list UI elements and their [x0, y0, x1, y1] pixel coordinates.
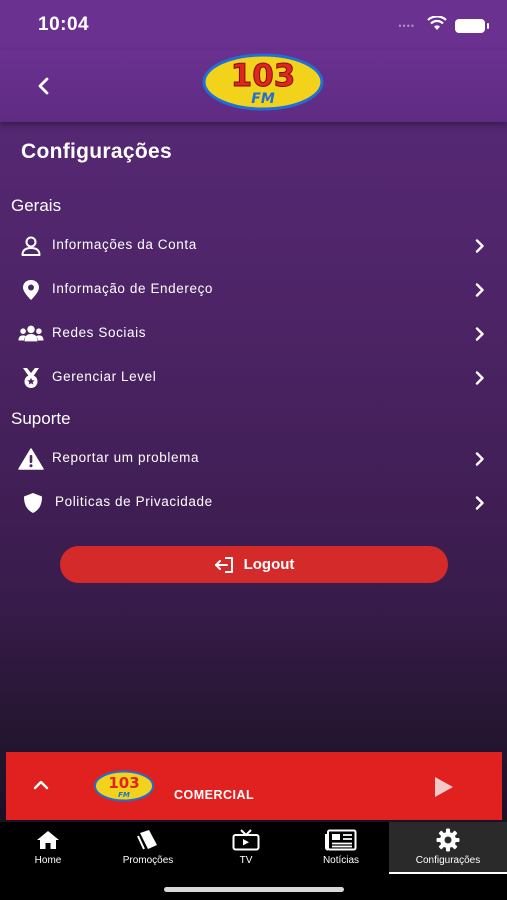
- warning-icon: [18, 447, 44, 471]
- section-title-suporte: Suporte: [11, 409, 71, 428]
- chevron-right-icon: [470, 493, 490, 513]
- player-bar[interactable]: 103 FM COMERCIAL: [6, 752, 502, 820]
- logout-button[interactable]: Logout: [60, 546, 448, 583]
- status-time: 10:04: [38, 14, 90, 35]
- newspaper-icon: [325, 828, 357, 852]
- player-station-name: COMERCIAL: [174, 788, 255, 802]
- tag-icon: [135, 828, 161, 852]
- home-indicator: [164, 887, 344, 892]
- tab-label: Promoções: [122, 855, 174, 866]
- svg-text:FM: FM: [251, 91, 275, 107]
- menu-item-label: Gerenciar Level: [52, 369, 157, 384]
- chevron-right-icon: [470, 368, 490, 388]
- tab-label: Configurações: [415, 855, 481, 866]
- menu-item-label: Redes Sociais: [52, 325, 147, 340]
- menu-item-label: Politicas de Privacidade: [55, 494, 213, 509]
- station-logo: 103 FM: [94, 770, 154, 802]
- svg-text:FM: FM: [118, 791, 130, 799]
- gear-icon: [436, 828, 460, 852]
- menu-item-label: Informação de Endereço: [52, 281, 214, 296]
- section-title-gerais: Gerais: [11, 196, 62, 215]
- app-header: 103 FM: [0, 50, 507, 122]
- menu-item-address-info[interactable]: Informação de Endereço: [0, 268, 507, 312]
- menu-item-label: Reportar um problema: [52, 450, 200, 465]
- tab-label: Notícias: [322, 855, 360, 866]
- battery-icon: [455, 19, 489, 33]
- user-icon: [18, 234, 44, 258]
- status-bar: 10:04 ••••: [0, 0, 507, 50]
- menu-item-privacy-policy[interactable]: Politicas de Privacidade: [0, 481, 507, 525]
- menu-item-report-problem[interactable]: Reportar um problema: [0, 437, 507, 481]
- svg-text:103: 103: [108, 774, 139, 792]
- chevron-up-icon[interactable]: [32, 776, 50, 794]
- shield-icon: [20, 491, 46, 515]
- menu-item-social-networks[interactable]: Redes Sociais: [0, 312, 507, 356]
- status-icons: ••••: [398, 15, 489, 36]
- chevron-right-icon: [470, 324, 490, 344]
- menu-item-account-info[interactable]: Informações da Conta: [0, 224, 507, 268]
- menu-item-label: Informações da Conta: [52, 237, 197, 252]
- chevron-right-icon: [470, 280, 490, 300]
- tv-icon: [232, 828, 260, 852]
- back-button[interactable]: [30, 72, 58, 100]
- signal-icon: ••••: [398, 21, 415, 31]
- tab-bar: Home Promoções TV Notícias Configurações: [0, 822, 507, 900]
- svg-text:103: 103: [231, 58, 296, 94]
- chevron-left-icon: [38, 77, 49, 95]
- tab-promocoes[interactable]: Promoções: [110, 822, 186, 874]
- home-icon: [36, 828, 60, 852]
- map-pin-icon: [18, 278, 44, 302]
- tab-label: Home: [34, 855, 62, 866]
- tab-tv[interactable]: TV: [214, 822, 278, 874]
- medal-icon: [18, 366, 44, 390]
- wifi-icon: [427, 15, 447, 36]
- radio-logo: 103 FM: [202, 53, 324, 111]
- page-title: Configurações: [21, 140, 172, 163]
- play-icon[interactable]: [432, 776, 454, 798]
- logout-icon: [214, 556, 233, 573]
- tab-noticias[interactable]: Notícias: [306, 822, 376, 874]
- menu-item-manage-level[interactable]: Gerenciar Level: [0, 356, 507, 400]
- tab-home[interactable]: Home: [14, 822, 82, 874]
- logout-label: Logout: [243, 556, 295, 573]
- users-group-icon: [18, 322, 44, 346]
- chevron-right-icon: [470, 449, 490, 469]
- chevron-right-icon: [470, 236, 490, 256]
- tab-configuracoes[interactable]: Configurações: [389, 822, 507, 874]
- tab-label: TV: [239, 855, 253, 866]
